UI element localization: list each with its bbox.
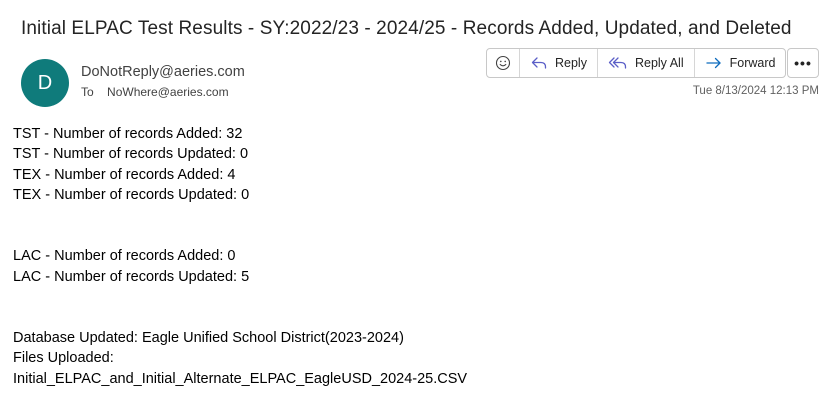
- reply-all-button[interactable]: Reply All: [598, 49, 695, 77]
- sent-date: Tue 8/13/2024 12:13 PM: [692, 85, 819, 97]
- message-action-toolbar: Reply Reply All Forward: [486, 48, 787, 78]
- body-line: TEX - Number of records Added: 4: [13, 166, 236, 183]
- forward-button[interactable]: Forward: [695, 49, 786, 77]
- reply-button[interactable]: Reply: [520, 49, 598, 77]
- recipient-line: To NoWhere@aeries.com: [81, 85, 229, 99]
- ellipsis-icon: •••: [794, 55, 812, 71]
- body-line: LAC - Number of records Added: 0: [13, 248, 236, 265]
- body-line: Database Updated: Eagle Unified School D…: [13, 329, 404, 346]
- avatar-initial: D: [37, 71, 53, 94]
- email-subject: Initial ELPAC Test Results - SY:2022/23 …: [21, 18, 792, 39]
- recipient-address[interactable]: NoWhere@aeries.com: [107, 85, 229, 99]
- forward-arrow-icon: [705, 57, 721, 69]
- email-body: TST - Number of records Added: 32 TST - …: [13, 124, 467, 389]
- sender-email[interactable]: DoNotReply@aeries.com: [81, 64, 245, 80]
- email-reading-pane: Initial ELPAC Test Results - SY:2022/23 …: [0, 0, 835, 402]
- body-line: TEX - Number of records Updated: 0: [13, 187, 250, 204]
- to-label: To: [81, 85, 94, 99]
- forward-label: Forward: [729, 56, 776, 70]
- sender-avatar[interactable]: D: [21, 59, 69, 107]
- smiley-icon: [495, 55, 511, 71]
- reply-icon: [531, 57, 547, 69]
- react-button[interactable]: [487, 49, 520, 77]
- body-line: TST - Number of records Updated: 0: [13, 146, 249, 163]
- attachment-filename: Initial_ELPAC_and_Initial_Alternate_ELPA…: [13, 370, 468, 387]
- more-actions-button[interactable]: •••: [787, 48, 819, 78]
- reply-label: Reply: [555, 56, 587, 70]
- reply-all-label: Reply All: [634, 56, 684, 70]
- body-line: TST - Number of records Added: 32: [13, 126, 243, 142]
- body-line: LAC - Number of records Updated: 5: [13, 268, 250, 285]
- reply-all-icon: [608, 57, 627, 69]
- body-line: Files Uploaded:: [13, 350, 114, 367]
